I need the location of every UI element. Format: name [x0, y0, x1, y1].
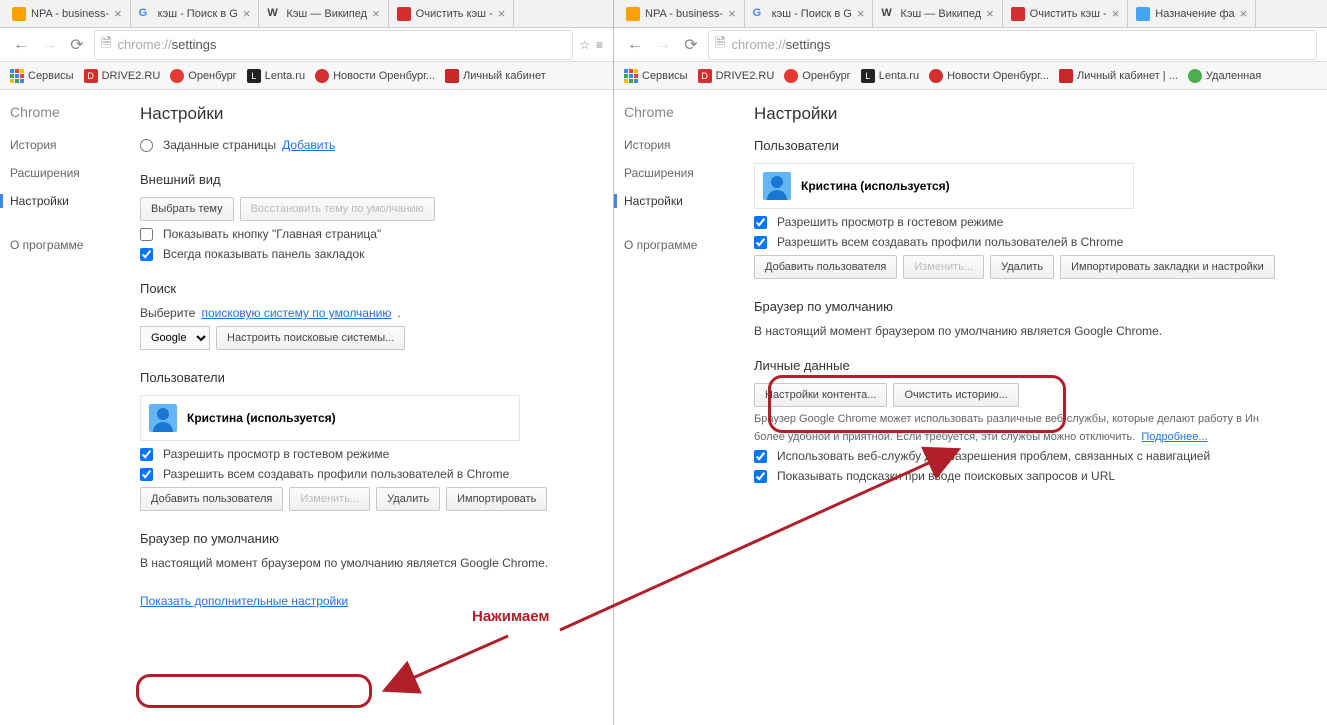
bookmarks-bar: Сервисы DDRIVE2.RU Оренбург LLenta.ru Но… [0, 62, 613, 90]
sidebar-title: Chrome [624, 104, 744, 120]
avatar-icon [149, 404, 177, 432]
sidebar-settings[interactable]: Настройки [614, 194, 744, 208]
close-icon[interactable]: × [243, 6, 251, 21]
tab-bar: NPA - business-× Gкэш - Поиск в G× WКэш … [0, 0, 613, 28]
add-user-button[interactable]: Добавить пользователя [754, 255, 897, 279]
delete-user-button[interactable]: Удалить [376, 487, 440, 511]
close-icon[interactable]: × [986, 6, 994, 21]
sidebar-about[interactable]: О программе [624, 238, 744, 252]
reset-theme-button: Восстановить тему по умолчанию [240, 197, 435, 221]
menu-icon[interactable]: ≡ [596, 38, 603, 52]
bookmark-item[interactable]: Удаленная [1188, 69, 1261, 83]
apps-shortcut[interactable]: Сервисы [624, 69, 688, 83]
search-title: Поиск [140, 281, 613, 296]
edit-user-button: Изменить... [903, 255, 984, 279]
annotation-box [136, 674, 372, 708]
tab-npa[interactable]: NPA - business-× [618, 0, 745, 27]
address-bar[interactable]: 🗎 chrome://settings [708, 30, 1317, 60]
bookmark-item[interactable]: Оренбург [170, 69, 236, 83]
back-icon[interactable]: ← [624, 34, 646, 56]
reload-icon[interactable]: ⟳ [680, 34, 702, 56]
sidebar-extensions[interactable]: Расширения [10, 166, 130, 180]
sidebar-history[interactable]: История [624, 138, 744, 152]
user-card[interactable]: Кристина (используется) [754, 163, 1134, 209]
avatar-icon [763, 172, 791, 200]
startup-pages-radio[interactable] [140, 139, 153, 152]
tab-wiki[interactable]: WКэш — Википед× [873, 0, 1002, 27]
sidebar-history[interactable]: История [10, 138, 130, 152]
import-button[interactable]: Импортировать [446, 487, 547, 511]
appearance-title: Внешний вид [140, 172, 613, 187]
forward-icon: → [38, 34, 60, 56]
tab-bar: NPA - business-× Gкэш - Поиск в G× WКэш … [614, 0, 1327, 28]
tab-assign[interactable]: Назначение фа× [1128, 0, 1256, 27]
user-name: Кристина (используется) [187, 411, 336, 425]
tab-cache[interactable]: Очистить кэш -× [389, 0, 515, 27]
tab-search[interactable]: Gкэш - Поиск в G× [745, 0, 874, 27]
back-icon[interactable]: ← [10, 34, 32, 56]
tab-wiki[interactable]: WКэш — Википед× [259, 0, 388, 27]
users-title: Пользователи [140, 370, 613, 385]
bookmark-item[interactable]: Новости Оренбург... [315, 69, 435, 83]
annotation-label: Нажимаем [472, 608, 550, 625]
user-card[interactable]: Кристина (используется) [140, 395, 520, 441]
close-icon[interactable]: × [1112, 6, 1120, 21]
close-icon[interactable]: × [114, 6, 122, 21]
user-name: Кристина (используется) [801, 179, 950, 193]
guest-checkbox[interactable] [754, 216, 767, 229]
bookmark-item[interactable]: Новости Оренбург... [929, 69, 1049, 83]
bookmark-item[interactable]: DDRIVE2.RU [698, 69, 775, 83]
guest-checkbox[interactable] [140, 448, 153, 461]
users-title: Пользователи [754, 138, 1327, 153]
page-title: Настройки [140, 104, 613, 124]
bookmark-item[interactable]: LLenta.ru [247, 69, 305, 83]
bookmark-item[interactable]: LLenta.ru [861, 69, 919, 83]
choose-theme-button[interactable]: Выбрать тему [140, 197, 234, 221]
show-advanced-link[interactable]: Показать дополнительные настройки [140, 594, 348, 608]
close-icon[interactable]: × [728, 6, 736, 21]
add-user-button[interactable]: Добавить пользователя [140, 487, 283, 511]
privacy-title: Личные данные [754, 358, 1327, 373]
privacy-more-link[interactable]: Подробнее... [1141, 431, 1207, 443]
default-browser-title: Браузер по умолчанию [754, 299, 1327, 314]
clear-history-button[interactable]: Очистить историю... [893, 383, 1018, 407]
tab-cache[interactable]: Очистить кэш -× [1003, 0, 1129, 27]
close-icon[interactable]: × [1240, 6, 1248, 21]
close-icon[interactable]: × [372, 6, 380, 21]
default-search-link[interactable]: поисковую систему по умолчанию [201, 306, 391, 320]
startup-add-link[interactable]: Добавить [282, 138, 335, 152]
bookmark-item[interactable]: Личный кабинет [445, 69, 546, 83]
close-icon[interactable]: × [498, 6, 506, 21]
allow-add-checkbox[interactable] [754, 236, 767, 249]
suggest-checkbox[interactable] [754, 470, 767, 483]
show-home-checkbox[interactable] [140, 228, 153, 241]
forward-icon: → [652, 34, 674, 56]
bookmark-item[interactable]: Личный кабинет | ... [1059, 69, 1178, 83]
bookmark-item[interactable]: DDRIVE2.RU [84, 69, 161, 83]
import-full-button[interactable]: Импортировать закладки и настройки [1060, 255, 1275, 279]
search-engine-select[interactable]: Google [140, 326, 210, 350]
address-bar[interactable]: 🗎 chrome://settings [94, 30, 573, 60]
tab-search[interactable]: Gкэш - Поиск в G× [131, 0, 260, 27]
bookmark-item[interactable]: Оренбург [784, 69, 850, 83]
bookmarks-bar: Сервисы DDRIVE2.RU Оренбург LLenta.ru Но… [614, 62, 1327, 90]
tab-npa[interactable]: NPA - business-× [4, 0, 131, 27]
allow-add-checkbox[interactable] [140, 468, 153, 481]
edit-user-button: Изменить... [289, 487, 370, 511]
apps-shortcut[interactable]: Сервисы [10, 69, 74, 83]
navsvc-checkbox[interactable] [754, 450, 767, 463]
star-icon[interactable]: ☆ [579, 38, 590, 52]
show-bookmarks-checkbox[interactable] [140, 248, 153, 261]
sidebar-about[interactable]: О программе [10, 238, 130, 252]
sidebar-settings[interactable]: Настройки [0, 194, 130, 208]
sidebar-extensions[interactable]: Расширения [624, 166, 744, 180]
page-title: Настройки [754, 104, 1327, 124]
delete-user-button[interactable]: Удалить [990, 255, 1054, 279]
reload-icon[interactable]: ⟳ [66, 34, 88, 56]
sidebar-title: Chrome [10, 104, 130, 120]
content-settings-button[interactable]: Настройки контента... [754, 383, 887, 407]
close-icon[interactable]: × [857, 6, 865, 21]
default-browser-title: Браузер по умолчанию [140, 531, 613, 546]
manage-engines-button[interactable]: Настроить поисковые системы... [216, 326, 405, 350]
